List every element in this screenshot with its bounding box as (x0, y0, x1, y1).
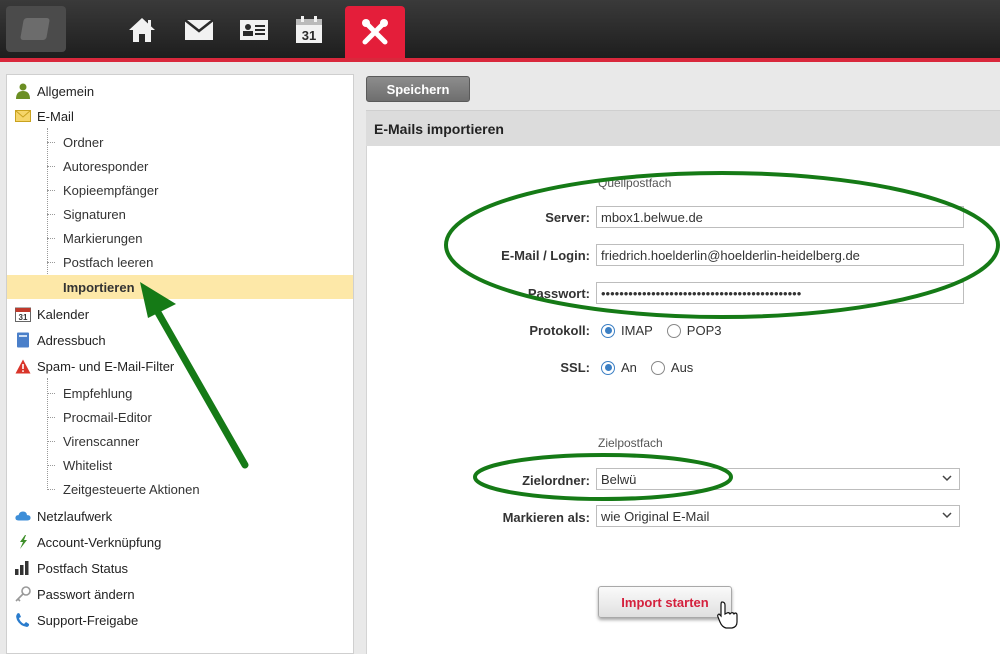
phone-icon (15, 612, 31, 628)
home-icon[interactable] (125, 14, 159, 46)
sidebar-subitem-procmail-editor[interactable]: Procmail-Editor (7, 405, 353, 429)
radio-pop3[interactable] (666, 323, 681, 338)
mark-select[interactable]: wie Original E-Mail (596, 505, 960, 527)
sidebar-item-label: Netzlaufwerk (37, 508, 113, 524)
user-icon (15, 83, 31, 99)
sidebar-item-kalender[interactable]: 31 Kalender (7, 302, 353, 326)
sidebar-subitem-autoresponder[interactable]: Autoresponder (7, 154, 353, 178)
bar-chart-icon (15, 560, 31, 576)
save-button[interactable]: Speichern (366, 76, 470, 102)
server-input[interactable] (596, 206, 964, 228)
sidebar-item-label: Allgemein (37, 83, 95, 99)
protocol-label: Protokoll: (529, 323, 590, 338)
import-form: Quellpostfach Server: E-Mail / Login: Pa… (366, 146, 1000, 654)
address-book-icon (15, 332, 31, 348)
warning-icon (15, 358, 31, 374)
login-input[interactable] (596, 244, 964, 266)
sidebar-subitem-zeitgesteuerte-aktionen[interactable]: Zeitgesteuerte Aktionen (7, 477, 353, 501)
chevron-down-icon (941, 509, 953, 524)
settings-sidebar: Allgemein E-Mail Ordner Autoresponder Ko… (6, 74, 354, 654)
calendar-icon[interactable]: 31 (292, 14, 326, 46)
top-navigation-bar: 31 (0, 0, 1000, 62)
sidebar-subitem-signaturen[interactable]: Signaturen (7, 202, 353, 226)
sidebar-item-support-freigabe[interactable]: Support-Freigabe (7, 608, 353, 632)
sidebar-item-label: E-Mail (37, 108, 74, 124)
sidebar-item-label: Passwort ändern (37, 586, 135, 602)
radio-ssl-an[interactable] (601, 360, 615, 375)
password-input[interactable] (596, 282, 964, 304)
sidebar-subitem-whitelist[interactable]: Whitelist (7, 453, 353, 477)
folder-select[interactable]: Belwü (596, 468, 960, 490)
sidebar-item-label: Account-Verknüpfung (37, 534, 162, 550)
link-icon (15, 534, 31, 550)
sidebar-item-email[interactable]: E-Mail (7, 104, 353, 128)
section-title-zielpostfach: Zielpostfach (598, 436, 663, 450)
sidebar-item-account-verknuepfung[interactable]: Account-Verknüpfung (7, 530, 353, 554)
radio-imap[interactable] (601, 323, 615, 338)
mail-icon[interactable] (182, 14, 216, 46)
envelope-icon (15, 108, 31, 124)
sidebar-item-passwort-aendern[interactable]: Passwort ändern (7, 582, 353, 606)
sidebar-item-netzlaufwerk[interactable]: Netzlaufwerk (7, 504, 353, 528)
svg-text:31: 31 (19, 313, 28, 322)
panel-title: E-Mails importieren (366, 110, 1000, 146)
ssl-label: SSL: (560, 360, 590, 375)
sidebar-subitem-ordner[interactable]: Ordner (7, 130, 353, 154)
folder-label: Zielordner: (522, 473, 590, 488)
main-content: Speichern E-Mails importieren Quellpostf… (366, 74, 1000, 654)
sidebar-item-adressbuch[interactable]: Adressbuch (7, 328, 353, 352)
section-title-quellpostfach: Quellpostfach (598, 176, 672, 190)
radio-pop3-label: POP3 (686, 323, 722, 338)
mark-label: Markieren als: (502, 510, 590, 525)
server-label: Server: (545, 210, 590, 225)
password-label: Passwort: (527, 286, 590, 301)
radio-imap-label: IMAP (621, 323, 653, 338)
radio-ssl-an-label: An (621, 360, 637, 375)
sidebar-item-postfach-status[interactable]: Postfach Status (7, 556, 353, 580)
sidebar-subitem-virenscanner[interactable]: Virenscanner (7, 429, 353, 453)
sidebar-item-label: Adressbuch (37, 332, 106, 348)
cloud-icon (15, 508, 31, 524)
radio-ssl-aus-label: Aus (670, 360, 694, 375)
sidebar-subitem-importieren[interactable]: Importieren (7, 275, 353, 299)
sidebar-subitem-postfach-leeren[interactable]: Postfach leeren (7, 250, 353, 274)
contact-card-icon[interactable] (237, 14, 271, 46)
sidebar-item-label: Support-Freigabe (37, 612, 139, 628)
key-icon (15, 586, 31, 602)
logo-icon[interactable] (6, 6, 66, 52)
login-label: E-Mail / Login: (501, 248, 590, 263)
import-start-button[interactable]: Import starten (598, 586, 732, 618)
sidebar-subitem-kopieempfaenger[interactable]: Kopieempfänger (7, 178, 353, 202)
calendar-day-number: 31 (302, 28, 316, 43)
sidebar-subitem-markierungen[interactable]: Markierungen (7, 226, 353, 250)
calendar-icon: 31 (15, 306, 31, 322)
sidebar-subitem-empfehlung[interactable]: Empfehlung (7, 381, 353, 405)
sidebar-item-allgemein[interactable]: Allgemein (7, 79, 353, 103)
sidebar-item-label: Spam- und E-Mail-Filter (37, 358, 175, 374)
protocol-radio-group: IMAP POP3 (601, 323, 721, 338)
sidebar-item-spam-filter[interactable]: Spam- und E-Mail-Filter (7, 354, 353, 378)
tools-icon[interactable] (345, 6, 405, 58)
sidebar-item-label: Postfach Status (37, 560, 129, 576)
radio-ssl-aus[interactable] (650, 360, 665, 375)
ssl-radio-group: An Aus (601, 360, 693, 375)
sidebar-item-label: Kalender (37, 306, 90, 322)
chevron-down-icon (941, 472, 953, 487)
